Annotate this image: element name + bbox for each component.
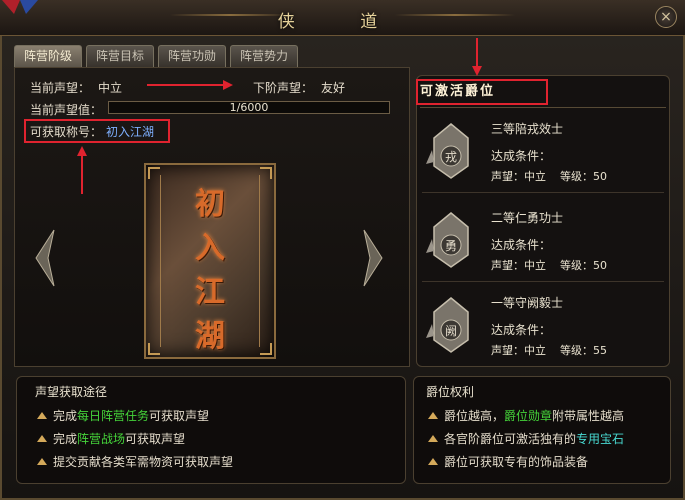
rep-source-line: 完成每日阵营任务可获取声望: [37, 407, 209, 424]
rank-seal-char: 勇: [445, 239, 457, 253]
current-rep-value: 中立: [98, 81, 123, 95]
rank-cond-rep: 声望：中立: [491, 259, 546, 272]
rank-list-header: 可激活爵位: [420, 84, 496, 99]
rep-progress-bar: 1/6000: [108, 101, 390, 114]
rank-condition: 声望：中立 等级：55: [491, 342, 607, 358]
scroll-corner-tl: [148, 167, 160, 179]
rep-value-label: 当前声望值：: [30, 103, 103, 117]
next-rep-row: 下阶声望： 友好: [253, 79, 345, 96]
next-rep-value: 友好: [321, 81, 346, 95]
tab-camp-goal[interactable]: 阵营目标: [86, 45, 155, 67]
prev-arrow-icon[interactable]: [34, 228, 56, 288]
rank-seal-char: 阙: [445, 324, 457, 338]
bullet-icon: [428, 435, 438, 442]
rank-name: 二等仁勇功士: [491, 211, 564, 225]
scroll-char-1: 初: [195, 187, 225, 222]
rank-cond-rep: 声望：中立: [491, 170, 546, 183]
tab-camp-merit[interactable]: 阵营功勋: [158, 45, 227, 67]
tab-camp-rank[interactable]: 阵营阶级: [14, 45, 83, 67]
rank-item[interactable]: 阙 一等守阙毅士 达成条件： 声望：中立 等级：55: [418, 284, 668, 372]
bullet-icon: [37, 435, 47, 442]
rank-rights-panel: 爵位权利 爵位越高，爵位勋章附带属性越高 各官阶爵位可激活独有的专用宝石 爵位可…: [413, 376, 671, 484]
rank-condition-title: 达成条件：: [491, 323, 552, 337]
rank-condition-title: 达成条件：: [491, 149, 552, 163]
scroll-corner-tr: [260, 167, 272, 179]
window-title: 侠 道: [277, 12, 408, 32]
rep-sources-title: 声望获取途径: [35, 385, 108, 399]
title-bar: 侠 道 ×: [0, 0, 685, 36]
annotation-arrow-up: [77, 146, 87, 194]
bullet-icon: [428, 412, 438, 419]
rank-name: 三等陪戎效士: [491, 122, 564, 136]
rep-progress-text: 1/6000: [229, 101, 269, 114]
rep-source-line: 提交贡献各类军需物资可获取声望: [37, 453, 233, 470]
scroll-char-3: 江: [195, 275, 225, 310]
scroll-char-4: 湖: [195, 319, 225, 354]
rank-separator: [422, 192, 664, 193]
rank-right-line: 爵位可获取专有的饰品装备: [428, 453, 588, 470]
bullet-icon: [37, 412, 47, 419]
rank-cond-rep: 声望：中立: [491, 344, 546, 357]
close-button[interactable]: ×: [655, 6, 677, 28]
rank-cond-level: 等级：50: [560, 170, 607, 183]
close-icon: ×: [660, 9, 672, 25]
bullet-icon: [428, 458, 438, 465]
rank-item[interactable]: 戎 三等陪戎效士 达成条件： 声望：中立 等级：50: [418, 110, 668, 198]
rank-item[interactable]: 勇 二等仁勇功士 达成条件： 声望：中立 等级：50: [418, 199, 668, 287]
rank-cond-level: 等级：50: [560, 259, 607, 272]
current-rep-row: 当前声望： 中立: [30, 79, 122, 96]
next-rep-label: 下阶声望：: [253, 81, 314, 95]
rank-name: 一等守阙毅士: [491, 296, 564, 310]
rank-condition: 声望：中立 等级：50: [491, 257, 607, 273]
bullet-icon: [37, 458, 47, 465]
rank-seal-icon: 阙: [426, 297, 469, 353]
annotation-box-title: [24, 119, 170, 143]
annotation-arrow-right: [147, 80, 233, 90]
tab-bar: 阵营阶级 阵营目标 阵营功勋 阵营势力: [14, 45, 299, 67]
rank-separator: [422, 281, 664, 282]
scroll-char-2: 入: [195, 231, 225, 266]
next-arrow-icon[interactable]: [362, 228, 384, 288]
rank-seal-icon: 戎: [426, 123, 469, 179]
annotation-arrow-down: [472, 38, 482, 76]
rank-right-line: 各官阶爵位可激活独有的专用宝石: [428, 430, 624, 447]
title-scroll: 初 入 江 湖: [144, 163, 276, 359]
rank-condition-title: 达成条件：: [491, 238, 552, 252]
rank-cond-level: 等级：55: [560, 344, 607, 357]
tab-camp-power[interactable]: 阵营势力: [230, 45, 299, 67]
rank-rights-title: 爵位权利: [426, 385, 475, 399]
rank-header-divider: [420, 107, 666, 108]
rank-seal-icon: 勇: [426, 212, 469, 268]
rank-condition: 声望：中立 等级：50: [491, 168, 607, 184]
rep-source-line: 完成阵营战场可获取声望: [37, 430, 185, 447]
rank-right-line: 爵位越高，爵位勋章附带属性越高: [428, 407, 624, 424]
rank-seal-char: 戎: [445, 150, 457, 164]
rep-sources-panel: 声望获取途径 完成每日阵营任务可获取声望 完成阵营战场可获取声望 提交贡献各类军…: [16, 376, 406, 484]
current-rep-label: 当前声望：: [30, 81, 91, 95]
